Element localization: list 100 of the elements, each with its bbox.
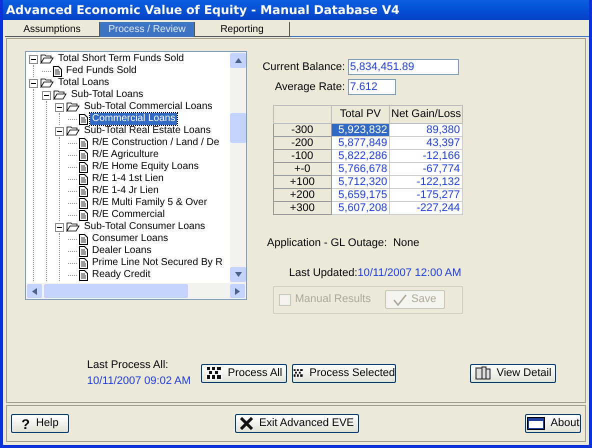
table-cell: 43,397 [390,136,462,149]
about-button[interactable]: About [525,414,581,433]
row-header[interactable]: +300 [274,201,332,214]
document-icon [53,66,62,76]
tree-item[interactable]: Sub-Total Consumer Loans [82,221,208,233]
tree-item[interactable]: Fed Funds Sold [64,65,139,77]
table-cell: 5,923,832 [331,123,390,136]
binder-icon [474,366,491,380]
row-header[interactable]: -300 [274,123,332,136]
exit-button[interactable]: Exit Advanced EVE [235,414,359,433]
input-field[interactable]: 7.612 [348,79,396,95]
tree-item[interactable]: Dealer Loans [90,245,154,257]
field-label: Current Balance: [261,60,345,75]
document-icon [79,150,88,160]
tree-item[interactable]: R/E 1-4 Jr Lien [90,185,161,197]
collapse-toggle[interactable] [29,78,38,88]
tab[interactable]: Process / Review [100,22,195,37]
folder-icon [40,78,54,88]
tab[interactable]: Reporting [195,22,290,37]
row-header[interactable]: -100 [274,149,332,162]
tree-item[interactable]: R/E Construction / Land / De [90,137,222,149]
document-icon [79,114,88,124]
grid-icon [293,366,304,380]
document-icon [79,162,88,172]
tree-item[interactable]: Prime Line Not Secured By R [90,257,225,269]
tree-item[interactable]: R/E 1-4 1st Lien [90,173,166,185]
tree-item[interactable]: Sub-Total Real Estate Loans [82,125,213,137]
document-icon [79,210,88,220]
scroll-arrow-icon [234,58,242,63]
column-header: Total PV [331,106,390,123]
scroll-arrow-icon [234,272,242,277]
table-cell: -67,774 [390,162,462,175]
scroll-arrow-icon [235,288,240,294]
document-icon [79,198,88,208]
horizontal-scrollbar[interactable] [26,283,246,299]
view-detail-button[interactable]: View Detail [470,364,556,382]
row-header[interactable]: +200 [274,188,332,201]
header-cell [274,106,332,123]
folder-icon [40,54,54,64]
table-cell: -175,277 [390,188,462,201]
collapse-toggle[interactable] [55,102,64,112]
table-cell: -122,132 [390,175,462,188]
table-cell: -12,166 [390,149,462,162]
outage-value: None [393,236,420,250]
input-field[interactable]: 5,834,451.89 [348,59,459,75]
document-icon [79,246,88,256]
collapse-toggle[interactable] [55,126,64,136]
collapse-toggle[interactable] [42,90,51,100]
outage-label: Application - GL Outage: [267,236,388,250]
last-process-label: Last Process All: [87,358,170,372]
table-cell: 5,877,849 [331,136,390,149]
process-all-button[interactable]: Process All [201,364,287,382]
tree-item[interactable]: Sub-Total Commercial Loans [82,101,214,113]
window-title: Advanced Economic Value of Equity - Manual Database V4 [6,2,400,19]
document-icon [79,234,88,244]
document-icon [79,138,88,148]
tree-item[interactable]: R/E Commercial [90,209,167,221]
vertical-scrollbar[interactable] [230,52,246,283]
document-icon [79,258,88,268]
window-icon [526,417,545,430]
last-updated-label: Last Updated: [289,266,358,281]
folder-icon [66,102,80,112]
tree-item[interactable]: R/E Agriculture [90,149,161,161]
tree-item[interactable]: Total Loans [56,77,112,89]
collapse-toggle[interactable] [55,222,64,232]
table-cell: 5,712,320 [331,175,390,188]
table-cell: -227,244 [390,201,462,214]
tree-item[interactable]: R/E Home Equity Loans [90,161,201,173]
document-icon [79,186,88,196]
tree-item[interactable]: Ready Credit [90,269,152,281]
document-icon [79,174,88,184]
column-header: Net Gain/Loss [390,106,462,123]
tree-item[interactable]: Total Short Term Funds Sold [56,53,186,65]
document-icon [79,270,88,280]
checkbox-label: Manual Results [295,292,371,308]
tree-item[interactable]: Consumer Loans [90,233,170,245]
question-icon: ? [21,416,30,430]
last-process-value: 10/11/2007 09:02 AM [87,374,192,389]
table-cell: 5,659,175 [331,188,390,201]
collapse-toggle[interactable] [29,54,38,64]
grid-icon [206,366,222,380]
table-cell: 5,766,678 [331,162,390,175]
table-cell: 89,380 [390,123,462,136]
tree-item[interactable]: Sub-Total Loans [69,89,146,101]
row-header[interactable]: -200 [274,136,332,149]
process-selected-button[interactable]: Process Selected [292,364,396,382]
help-button[interactable]: ? Help [11,414,69,433]
row-header[interactable]: +100 [274,175,332,188]
tree-item[interactable]: R/E Multi Family 5 & Over [90,197,210,209]
tab[interactable]: Assumptions [5,22,100,37]
scrollbar-thumb[interactable] [230,112,246,142]
folder-icon [53,90,67,100]
table-cell: 5,607,208 [331,201,390,214]
last-updated-value: 10/11/2007 12:00 AM [358,266,462,281]
scrollbar-thumb[interactable] [44,284,188,298]
folder-icon [66,222,80,232]
checkmark-icon [393,294,408,306]
tree-item[interactable]: Commercial Loans [90,113,178,125]
row-header[interactable]: +-0 [274,162,332,175]
scroll-arrow-icon [32,288,37,294]
